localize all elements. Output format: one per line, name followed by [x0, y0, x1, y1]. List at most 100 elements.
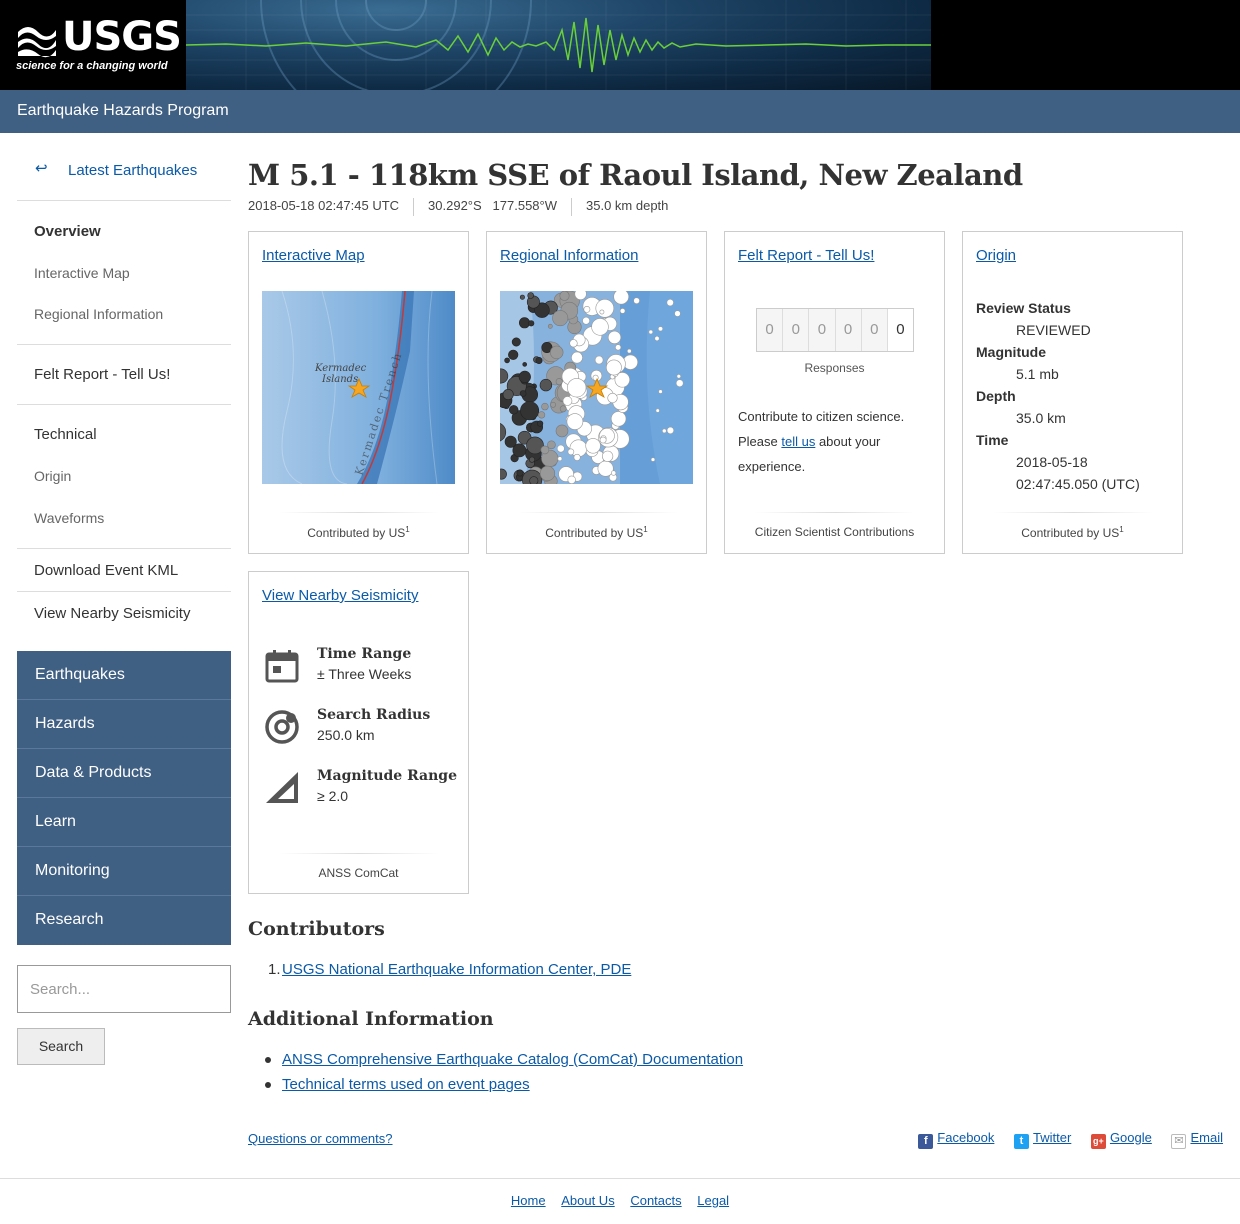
- seismicity-dot: [528, 320, 535, 327]
- sidebar-item-origin[interactable]: Origin: [34, 468, 71, 484]
- sidebar-item-interactive-map[interactable]: Interactive Map: [34, 265, 130, 281]
- event-lon: 177.558°W: [492, 198, 557, 214]
- sidebar-item-technical[interactable]: Technical: [34, 426, 97, 443]
- seismicity-dot: [535, 357, 543, 365]
- regional-contrib: Contributed by US1: [545, 525, 648, 540]
- sidebar-item-overview[interactable]: Overview: [34, 223, 101, 240]
- seismicity-dot: [654, 336, 660, 341]
- time-value-clock: 02:47:45.050 (UTC): [1016, 476, 1140, 492]
- seismicity-dot: [552, 310, 569, 327]
- seismicity-dot: [518, 317, 530, 329]
- felt-report-link[interactable]: Felt Report - Tell Us!: [738, 247, 874, 264]
- twitter-link[interactable]: Twitter: [1033, 1130, 1071, 1145]
- footer-home-link[interactable]: Home: [511, 1193, 546, 1208]
- facebook-link[interactable]: Facebook: [937, 1130, 994, 1145]
- seismicity-dot: [567, 378, 587, 398]
- seismicity-dot: [648, 329, 654, 335]
- seismicity-dot: [566, 413, 584, 430]
- seismicity-dot: [606, 359, 622, 376]
- interactive-map-contrib: Contributed by US1: [307, 525, 410, 540]
- seismicity-dot: [519, 294, 525, 300]
- sidebar-item-view-nearby[interactable]: View Nearby Seismicity: [34, 605, 190, 622]
- footer-contacts-link[interactable]: Contacts: [630, 1193, 681, 1208]
- search-radius-label: Search Radius: [317, 707, 431, 723]
- site-header: USGS science for a changing world: [0, 0, 1240, 90]
- seismicity-dot: [607, 392, 618, 404]
- seismicity-dot: [504, 357, 510, 364]
- seismogram-graphic: [186, 0, 931, 90]
- seismicity-dot: [619, 308, 626, 314]
- nav-item-research[interactable]: Research: [17, 896, 231, 945]
- sidebar-item-regional-information[interactable]: Regional Information: [34, 306, 163, 322]
- seismicity-dot: [550, 401, 556, 408]
- seismicity-dot: [655, 408, 660, 413]
- card-origin: Origin Review Status REVIEWED Magnitude …: [962, 231, 1183, 554]
- seismicity-dot: [582, 316, 590, 325]
- seismicity-dot: [555, 378, 563, 386]
- google-link[interactable]: Google: [1110, 1130, 1152, 1145]
- nav-item-data-products[interactable]: Data & Products: [17, 749, 231, 798]
- seismicity-dot: [585, 438, 601, 454]
- felt-description: Contribute to citizen science. Please te…: [738, 409, 905, 474]
- tell-us-link[interactable]: tell us: [781, 434, 815, 449]
- counter-digit: 0: [757, 309, 784, 351]
- seismicity-dot: [502, 389, 514, 401]
- seismicity-dot: [567, 448, 575, 456]
- facebook-icon: f: [918, 1134, 934, 1149]
- site-nav: Earthquakes Hazards Data & Products Lear…: [17, 651, 231, 945]
- search-radius-value: 250.0 km: [317, 727, 375, 743]
- map-label-islands: Islands: [321, 374, 358, 385]
- seismicity-dot: [583, 305, 591, 313]
- card-nearby-seismicity: View Nearby Seismicity Time Range ± Thre…: [248, 571, 469, 894]
- seismicity-dot: [519, 390, 527, 397]
- nav-item-learn[interactable]: Learn: [17, 798, 231, 847]
- nav-item-earthquakes[interactable]: Earthquakes: [17, 651, 231, 700]
- nav-item-monitoring[interactable]: Monitoring: [17, 847, 231, 896]
- technical-terms-link[interactable]: Technical terms used on event pages: [282, 1076, 530, 1093]
- footer-legal-link[interactable]: Legal: [697, 1193, 729, 1208]
- search-button[interactable]: Search: [17, 1028, 105, 1065]
- questions-link[interactable]: Questions or comments?: [248, 1131, 393, 1146]
- counter-digit: 0: [835, 309, 862, 351]
- time-label: Time: [976, 432, 1009, 448]
- search-input[interactable]: Search...: [17, 965, 231, 1013]
- contributor-link-neic[interactable]: USGS National Earthquake Information Cen…: [282, 961, 631, 978]
- time-value-date: 2018-05-18: [1016, 454, 1088, 470]
- seismicity-dot: [650, 457, 656, 462]
- event-depth: 35.0 km depth: [586, 198, 669, 214]
- seismicity-dot: [610, 470, 617, 476]
- bullet-icon: [265, 1082, 271, 1088]
- felt-response-counter: 0 0 0 0 0 0: [756, 308, 914, 352]
- social-links: f Facebook t Twitter g+ Google ✉ Email: [902, 1130, 1223, 1149]
- regional-information-link[interactable]: Regional Information: [500, 247, 638, 264]
- latest-earthquakes-link[interactable]: ↩ Latest Earthquakes: [17, 159, 231, 189]
- nearby-seismicity-link[interactable]: View Nearby Seismicity: [262, 587, 418, 604]
- sidebar-item-felt-report[interactable]: Felt Report - Tell Us!: [34, 366, 170, 383]
- program-title-link[interactable]: Earthquake Hazards Program: [17, 102, 229, 120]
- footer-about-link[interactable]: About Us: [561, 1193, 614, 1208]
- seismicity-dot: [512, 443, 527, 458]
- calendar-icon: [265, 650, 299, 683]
- seismicity-dot: [539, 378, 553, 392]
- nav-item-hazards[interactable]: Hazards: [17, 700, 231, 749]
- seismicity-dot: [529, 476, 539, 484]
- sidebar-item-download-kml[interactable]: Download Event KML: [34, 562, 178, 579]
- seismicity-dot: [536, 420, 544, 427]
- logo-text: USGS: [62, 14, 182, 60]
- seismicity-dot: [674, 310, 681, 317]
- comcat-docs-link[interactable]: ANSS Comprehensive Earthquake Catalog (C…: [282, 1051, 743, 1068]
- email-link[interactable]: Email: [1190, 1130, 1223, 1145]
- origin-link[interactable]: Origin: [976, 247, 1016, 264]
- seismicity-dot: [613, 291, 629, 305]
- interactive-map-thumbnail[interactable]: Kermadec Islands Kermadec Trench: [262, 291, 455, 484]
- review-status-label: Review Status: [976, 300, 1071, 316]
- seismicity-dot: [562, 396, 573, 406]
- seismicity-dot: [614, 344, 622, 351]
- sidebar-item-waveforms[interactable]: Waveforms: [34, 510, 104, 526]
- usgs-logo[interactable]: USGS science for a changing world: [0, 0, 186, 90]
- regional-map-thumbnail[interactable]: [500, 291, 693, 484]
- seismicity-dot: [518, 370, 531, 383]
- interactive-map-link[interactable]: Interactive Map: [262, 247, 365, 264]
- seismicity-dot: [537, 411, 546, 419]
- card-regional-information: Regional Information Contributed by US1: [486, 231, 707, 554]
